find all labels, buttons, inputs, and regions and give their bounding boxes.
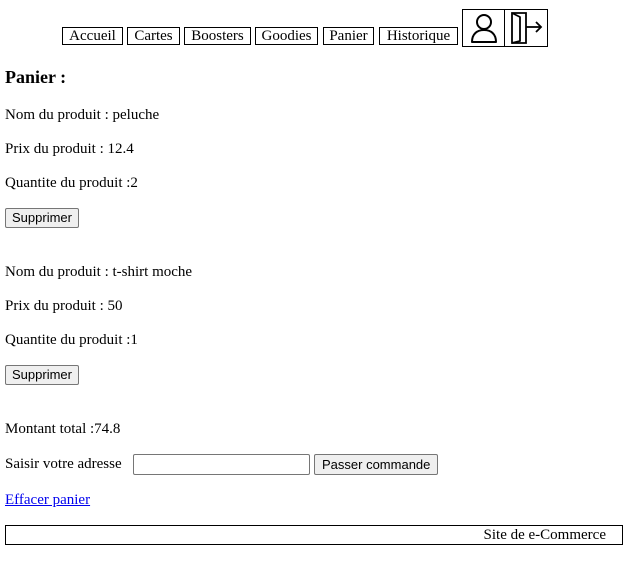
product-price: Prix du produit : 12.4 bbox=[5, 141, 134, 157]
user-icon bbox=[470, 14, 497, 43]
delete-product-button[interactable]: Supprimer bbox=[5, 365, 79, 385]
total-amount: Montant total :74.8 bbox=[5, 421, 121, 437]
account-button[interactable] bbox=[462, 9, 505, 47]
nav-item-cartes[interactable]: Cartes bbox=[127, 27, 180, 45]
footer: Site de e-Commerce bbox=[5, 525, 623, 545]
product-price: Prix du produit : 50 bbox=[5, 298, 123, 314]
delete-product-button[interactable]: Supprimer bbox=[5, 208, 79, 228]
nav-item-historique[interactable]: Historique bbox=[379, 27, 458, 45]
nav-item-panier[interactable]: Panier bbox=[323, 27, 374, 45]
clear-cart-link[interactable]: Effacer panier bbox=[5, 491, 90, 509]
nav-item-goodies[interactable]: Goodies bbox=[255, 27, 318, 45]
product-quantity: Quantite du produit :1 bbox=[5, 332, 138, 348]
nav-item-boosters[interactable]: Boosters bbox=[184, 27, 251, 45]
page-title: Panier : bbox=[5, 67, 67, 87]
address-input[interactable] bbox=[133, 454, 310, 475]
product-name: Nom du produit : peluche bbox=[5, 107, 160, 123]
product-quantity: Quantite du produit :2 bbox=[5, 175, 138, 191]
place-order-button[interactable]: Passer commande bbox=[314, 454, 439, 475]
footer-text: Site de e-Commerce bbox=[483, 527, 606, 543]
logout-door-icon bbox=[511, 12, 543, 44]
logout-button[interactable] bbox=[504, 9, 548, 47]
product-name: Nom du produit : t-shirt moche bbox=[5, 264, 193, 280]
nav-item-accueil[interactable]: Accueil bbox=[62, 27, 123, 45]
address-label: Saisir votre adresse bbox=[5, 456, 122, 472]
